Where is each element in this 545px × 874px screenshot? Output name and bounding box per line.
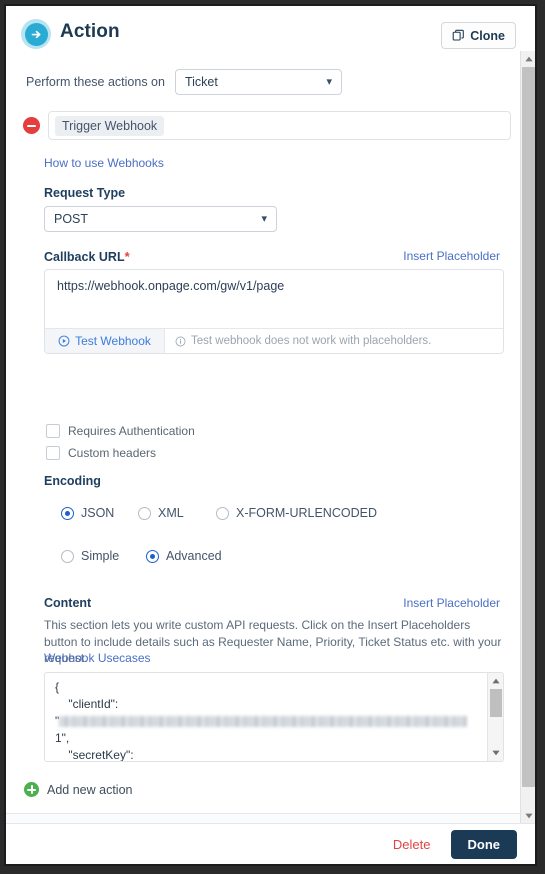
test-webhook-note: Test webhook does not work with placehol… bbox=[165, 329, 503, 353]
arrow-right-glyph bbox=[31, 30, 41, 38]
custom-headers-row[interactable]: Custom headers bbox=[46, 446, 156, 460]
request-type-select[interactable]: POST ▾ bbox=[44, 206, 277, 232]
callback-url-label: Callback URL* bbox=[44, 249, 130, 264]
done-button[interactable]: Done bbox=[450, 829, 517, 859]
encoding-option-xform-label: X-FORM-URLENCODED bbox=[236, 506, 377, 520]
radio-selected-icon bbox=[146, 549, 159, 563]
plus-circle-icon bbox=[24, 782, 39, 797]
test-webhook-label: Test Webhook bbox=[75, 334, 151, 348]
code-line-3: " bbox=[55, 713, 486, 730]
chevron-down-icon: ▾ bbox=[326, 75, 332, 88]
content-label: Content bbox=[44, 596, 92, 610]
request-type-label: Request Type bbox=[44, 186, 126, 200]
radio-unselected-icon bbox=[61, 549, 74, 563]
clone-button[interactable]: Clone bbox=[441, 22, 516, 49]
perform-actions-label: Perform these actions on bbox=[26, 75, 165, 89]
encoding-label: Encoding bbox=[44, 474, 101, 488]
page-title: Action bbox=[60, 21, 120, 42]
module-select-value: Ticket bbox=[184, 75, 218, 89]
custom-headers-checkbox[interactable] bbox=[46, 446, 60, 460]
dialog-scrollbar[interactable] bbox=[520, 51, 535, 823]
test-webhook-button[interactable]: Test Webhook bbox=[45, 329, 165, 353]
radio-unselected-icon bbox=[138, 506, 151, 520]
encoding-option-json-label: JSON bbox=[81, 506, 115, 520]
content-code-editor[interactable]: { "clientId": " 1", "secretKey": bbox=[44, 672, 504, 762]
dialog-scroll-content: Perform these actions on Ticket ▾ Trigge… bbox=[6, 51, 520, 823]
code-editor-scrollbar[interactable] bbox=[487, 673, 503, 761]
code-line-1: { bbox=[55, 680, 60, 694]
scroll-down-arrow-icon[interactable] bbox=[488, 746, 503, 760]
clone-button-label: Clone bbox=[470, 28, 505, 43]
encoding-option-xml-label: XML bbox=[158, 506, 184, 520]
dialog-footer: Delete Done bbox=[6, 823, 535, 864]
test-webhook-note-text: Test webhook does not work with placehol… bbox=[191, 335, 432, 347]
scroll-up-arrow-icon[interactable] bbox=[521, 51, 535, 66]
copy-icon bbox=[452, 29, 465, 41]
callback-url-value: https://webhook.onpage.com/gw/v1/page bbox=[57, 279, 285, 293]
encoding-option-xform[interactable]: X-FORM-URLENCODED bbox=[216, 506, 377, 520]
minus-circle-icon[interactable] bbox=[23, 117, 40, 134]
chevron-down-icon: ▾ bbox=[261, 212, 267, 225]
code-line-5: "secretKey": bbox=[55, 748, 134, 762]
requires-authentication-row[interactable]: Requires Authentication bbox=[46, 424, 195, 438]
action-type-box[interactable]: Trigger Webhook bbox=[48, 111, 511, 140]
delete-button[interactable]: Delete bbox=[387, 836, 437, 853]
requires-authentication-checkbox[interactable] bbox=[46, 424, 60, 438]
test-webhook-bar: Test Webhook Test webhook does not work … bbox=[45, 328, 503, 353]
custom-headers-label: Custom headers bbox=[68, 446, 157, 460]
encoding-option-xml[interactable]: XML bbox=[138, 506, 216, 520]
info-circle-icon bbox=[175, 336, 186, 346]
requires-authentication-label: Requires Authentication bbox=[68, 424, 195, 438]
scroll-up-arrow-icon[interactable] bbox=[488, 674, 503, 688]
play-circle-icon bbox=[58, 335, 70, 347]
mode-option-advanced-label: Advanced bbox=[166, 549, 222, 563]
radio-selected-icon bbox=[61, 506, 74, 520]
encoding-radio-group: JSON XML X-FORM-URLENCODED bbox=[61, 506, 377, 520]
add-new-action-label: Add new action bbox=[47, 782, 133, 797]
callback-url-field[interactable]: https://webhook.onpage.com/gw/v1/page Te… bbox=[44, 269, 504, 354]
rule-name-zone bbox=[6, 814, 520, 823]
required-marker: * bbox=[124, 249, 130, 264]
module-select[interactable]: Ticket ▾ bbox=[174, 69, 342, 95]
action-type-chip: Trigger Webhook bbox=[55, 115, 165, 136]
mode-option-simple-label: Simple bbox=[81, 549, 120, 563]
code-line-4: 1", bbox=[55, 731, 70, 745]
add-new-action-button[interactable]: Add new action bbox=[24, 782, 132, 797]
webhook-usecases-link[interactable]: Webhook Usecases bbox=[44, 651, 151, 665]
dialog-scroll-thumb[interactable] bbox=[522, 67, 535, 787]
scroll-down-arrow-icon[interactable] bbox=[521, 808, 535, 823]
perform-actions-row: Perform these actions on Ticket ▾ bbox=[26, 69, 342, 95]
action-item-row: Trigger Webhook bbox=[23, 111, 511, 140]
mode-option-simple[interactable]: Simple bbox=[61, 549, 146, 563]
mode-option-advanced[interactable]: Advanced bbox=[146, 549, 222, 563]
how-to-use-webhooks-link[interactable]: How to use Webhooks bbox=[44, 156, 164, 170]
action-dialog: Action Clone Perform these actions on Ti… bbox=[4, 4, 537, 866]
code-scroll-thumb[interactable] bbox=[490, 689, 502, 717]
request-type-value: POST bbox=[54, 212, 89, 226]
callback-url-label-text: Callback URL bbox=[44, 250, 125, 264]
code-line-2: "clientId": bbox=[55, 697, 119, 711]
action-arrow-icon bbox=[21, 19, 51, 49]
redacted-value bbox=[59, 716, 468, 728]
content-code-text: { "clientId": " 1", "secretKey": bbox=[45, 673, 486, 761]
insert-placeholder-link-content[interactable]: Insert Placeholder bbox=[403, 596, 500, 610]
insert-placeholder-link-url[interactable]: Insert Placeholder bbox=[403, 249, 500, 263]
radio-unselected-icon bbox=[216, 506, 229, 520]
dialog-header: Action Clone bbox=[6, 6, 535, 51]
encoding-option-json[interactable]: JSON bbox=[61, 506, 138, 520]
mode-radio-group: Simple Advanced bbox=[61, 549, 222, 563]
